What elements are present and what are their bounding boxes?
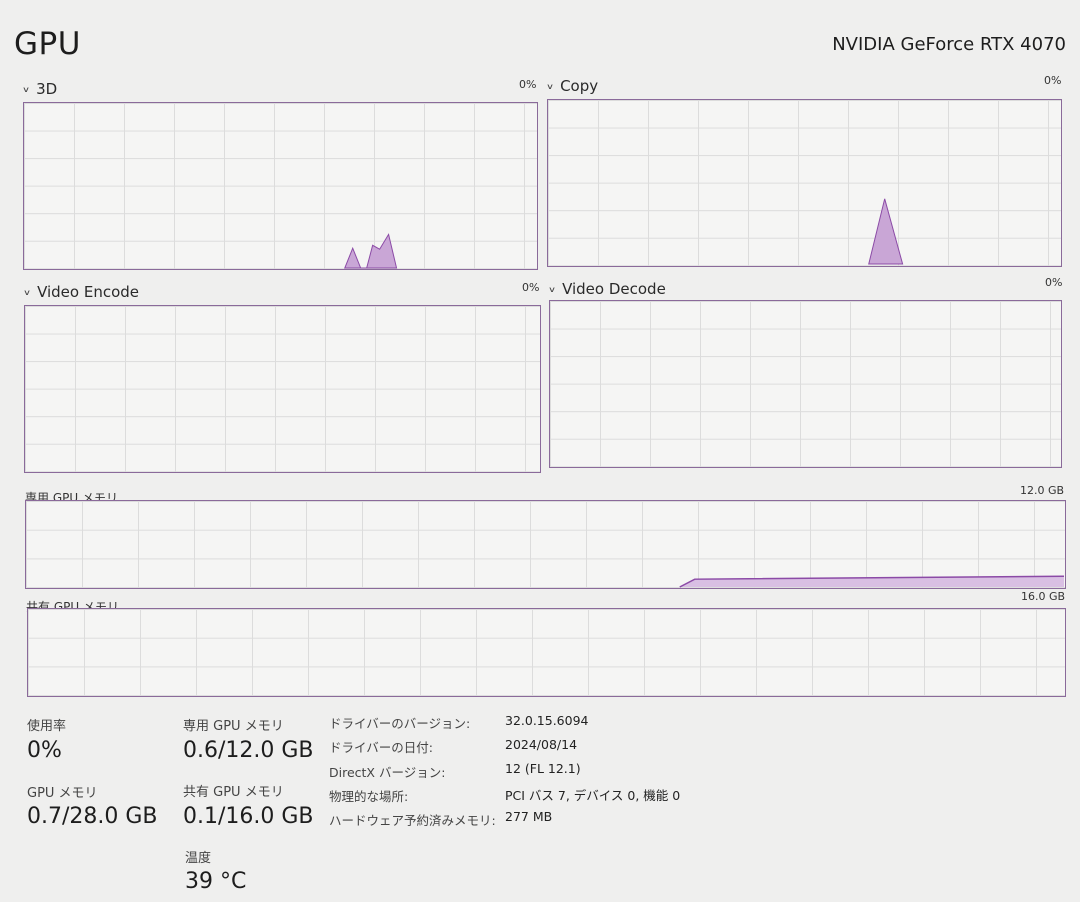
driver-date-value: 2024/08/14 <box>505 737 578 752</box>
temperature-value: 39 °C <box>185 869 247 894</box>
engine-percent: 0% <box>519 78 537 91</box>
driver-version-value: 32.0.15.6094 <box>505 713 589 728</box>
gpu-model-name: NVIDIA GeForce RTX 4070 <box>832 34 1066 55</box>
utilization-label: 使用率 <box>27 719 67 734</box>
shared-memory-stat-label: 共有 GPU メモリ <box>183 785 284 800</box>
directx-version-value: 12 (FL 12.1) <box>505 761 581 776</box>
shared-memory-capacity: 16.0 GB <box>1021 590 1066 603</box>
chevron-down-icon: ∨ <box>546 81 555 91</box>
gpu-memory-label: GPU メモリ <box>27 786 98 801</box>
engine-graph-3d <box>23 102 538 270</box>
page-title: GPU <box>14 26 81 62</box>
temperature-label: 温度 <box>185 851 212 866</box>
reserved-memory-value: 277 MB <box>505 809 553 824</box>
engine-graph-copy <box>547 99 1062 267</box>
engine-percent: 0% <box>1045 276 1063 289</box>
engine-selector-video-encode[interactable]: ∨ Video Encode <box>23 283 139 301</box>
dedicated-memory-graph <box>25 500 1066 589</box>
engine-label: Video Encode <box>37 283 140 301</box>
physical-location-value: PCI バス 7, デバイス 0, 機能 0 <box>505 788 681 803</box>
chevron-down-icon: ∨ <box>548 284 557 294</box>
dedicated-memory-stat-label: 専用 GPU メモリ <box>183 719 284 734</box>
engine-selector-video-decode[interactable]: ∨ Video Decode <box>548 280 666 298</box>
engine-percent: 0% <box>522 281 540 294</box>
gpu-memory-value: 0.7/28.0 GB <box>27 804 158 829</box>
engine-graph-video-encode <box>24 305 541 473</box>
engine-selector-copy[interactable]: ∨ Copy <box>546 77 598 95</box>
engine-label: 3D <box>36 80 58 98</box>
shared-memory-graph <box>27 608 1066 697</box>
engine-selector-3d[interactable]: ∨ 3D <box>22 80 57 98</box>
usage-chart <box>868 198 904 265</box>
engine-label: Copy <box>560 77 599 95</box>
memory-chart <box>679 575 1065 588</box>
driver-date-key: ドライバーの日付: <box>329 740 433 755</box>
reserved-memory-key: ハードウェア予約済みメモリ: <box>329 813 496 828</box>
utilization-value: 0% <box>27 738 62 763</box>
chevron-down-icon: ∨ <box>23 287 32 297</box>
directx-version-key: DirectX バージョン: <box>329 765 446 780</box>
shared-memory-stat-value: 0.1/16.0 GB <box>183 804 314 829</box>
dedicated-memory-stat-value: 0.6/12.0 GB <box>183 738 314 763</box>
dedicated-memory-capacity: 12.0 GB <box>1020 484 1065 497</box>
engine-label: Video Decode <box>562 280 666 298</box>
usage-area <box>868 198 904 265</box>
usage-area <box>344 233 398 269</box>
chevron-down-icon: ∨ <box>22 84 31 94</box>
engine-graph-video-decode <box>549 300 1062 468</box>
usage-chart <box>344 233 398 269</box>
physical-location-key: 物理的な場所: <box>329 789 409 804</box>
driver-version-key: ドライバーのバージョン: <box>329 716 471 731</box>
engine-percent: 0% <box>1044 74 1062 87</box>
